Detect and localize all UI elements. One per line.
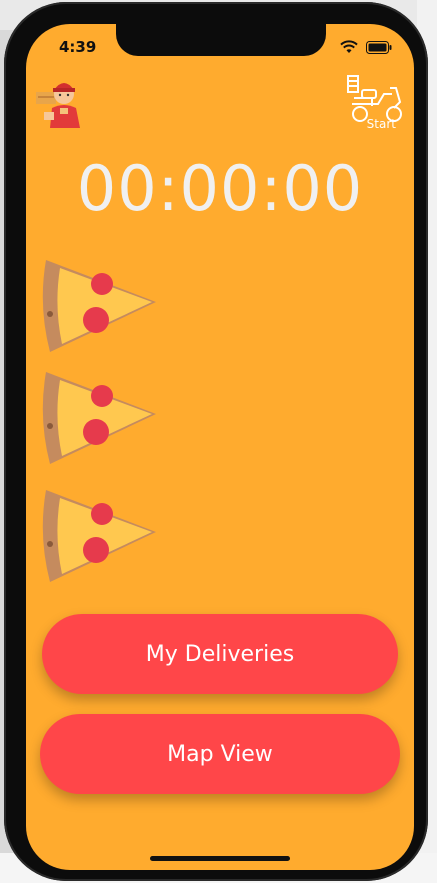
- my-deliveries-button[interactable]: My Deliveries: [42, 614, 398, 694]
- notch: [116, 24, 326, 56]
- map-view-button[interactable]: Map View: [40, 714, 400, 794]
- pizza-slice-icon: [42, 372, 156, 464]
- status-time: 4:39: [59, 38, 97, 56]
- wifi-icon: [340, 40, 358, 53]
- timer-display: 00:00:00: [76, 152, 364, 225]
- pizza-slice-icon: [42, 490, 156, 582]
- app-screen: 4:39 Start 00:00:00 My Deliveries Map Vi…: [26, 24, 414, 870]
- battery-icon: [366, 40, 392, 54]
- phone-device: 4:39 Start 00:00:00 My Deliveries Map Vi…: [4, 2, 428, 881]
- home-indicator[interactable]: [150, 856, 290, 861]
- pizza-slice-icon: [42, 260, 156, 352]
- status-icons: [340, 40, 392, 54]
- start-label: Start: [366, 117, 396, 131]
- courier-icon[interactable]: [36, 72, 92, 128]
